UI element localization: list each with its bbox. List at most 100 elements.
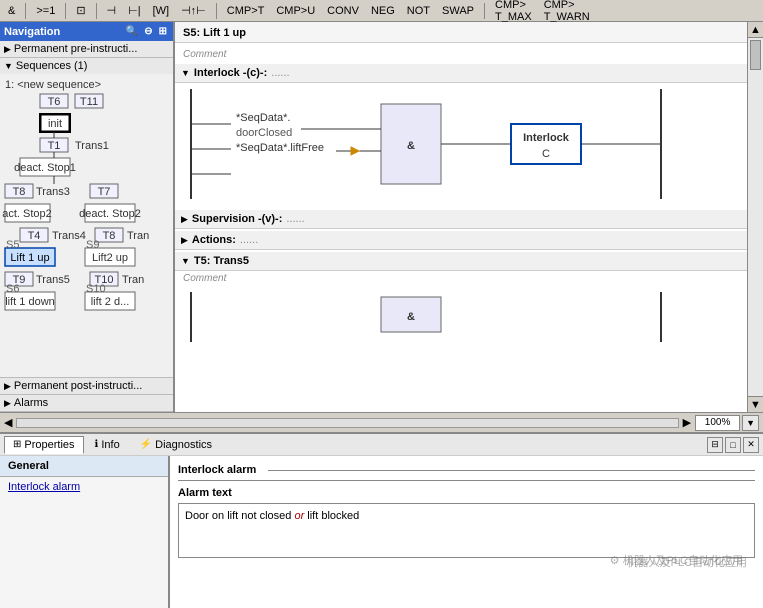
interlock-logic-diagram: & *SeqData*. doorClosed *SeqData*.liftFr…: [181, 89, 701, 199]
alarm-text-box[interactable]: Door on lift not closed or lift blocked: [178, 503, 755, 558]
nav-section-alarms: ▶ Alarms: [0, 395, 173, 412]
interlock-section-title[interactable]: ▼ Interlock -(c)-: ......: [175, 64, 747, 83]
nav-zoom-out-icon[interactable]: ⊖: [142, 26, 154, 37]
toolbar-cmptmax[interactable]: CMP>T_MAX: [491, 0, 536, 25]
general-tab[interactable]: General: [0, 456, 168, 477]
props-close-btn[interactable]: ✕: [743, 437, 759, 453]
step-header: S5: Lift 1 up: [175, 22, 747, 43]
nav-section-alarms-label: Alarms: [14, 397, 48, 409]
toolbar-separator-1: [25, 3, 26, 19]
diagram-scroll[interactable]: Comment ▼ Interlock -(c)-: ......: [175, 43, 747, 412]
scroll-right-btn[interactable]: ▶: [683, 416, 691, 429]
svg-text:act. Stop2: act. Stop2: [2, 208, 52, 220]
svg-text:Interlock: Interlock: [523, 132, 570, 144]
svg-text:Lift 1 up: Lift 1 up: [10, 252, 49, 264]
toolbar-conv[interactable]: CONV: [323, 3, 363, 19]
main-toolbar: & >=1 ⊡ ⊣ ⊢| [W] ⊣↑⊢ CMP>T CMP>U CONV NE…: [0, 0, 763, 22]
props-minimize-btn[interactable]: ⊟: [707, 437, 723, 453]
trans5-comment: Comment: [175, 271, 747, 286]
svg-text:T8: T8: [13, 186, 26, 198]
toolbar-separator-4: [216, 3, 217, 19]
svg-text:T6: T6: [48, 96, 61, 108]
svg-text:deact. Stop1: deact. Stop1: [14, 162, 76, 174]
zoom-control: 100% ▼: [695, 415, 759, 431]
interlock-section: ▼ Interlock -(c)-: ......: [175, 64, 747, 208]
toolbar-swap[interactable]: SWAP: [438, 3, 478, 19]
nav-section-alarms-arrow: ▶: [4, 398, 11, 409]
interlock-alarm-item[interactable]: Interlock alarm: [0, 477, 168, 497]
status-scroll-bar: [16, 418, 678, 428]
actions-arrow-icon: ▶: [181, 235, 188, 246]
toolbar-neg[interactable]: NEG: [367, 3, 399, 19]
trans5-arrow-icon: ▼: [181, 256, 190, 266]
nav-header-icons: 🔍 ⊖ ⊞: [124, 26, 169, 37]
nav-section-postinstr: ▶ Permanent post-instructi...: [0, 378, 173, 395]
actions-dots: ......: [240, 234, 258, 246]
properties-bar: ⊞ Properties ℹ Info ⚡ Diagnostics ⊟ □ ✕: [0, 432, 763, 456]
alarm-title: Interlock alarm: [178, 464, 755, 481]
scrollbar-thumb[interactable]: [750, 40, 761, 70]
toolbar-nc[interactable]: ⊣: [103, 2, 121, 19]
svg-text:init: init: [48, 118, 62, 130]
tab-info[interactable]: ℹ Info: [86, 436, 129, 454]
nav-tree[interactable]: 1: <new sequence> T6 T11 init T1: [0, 74, 173, 377]
toolbar-not[interactable]: NOT: [403, 3, 434, 19]
svg-text:T1: T1: [48, 140, 61, 152]
diagram-content: Comment ▼ Interlock -(c)-: ......: [175, 43, 747, 357]
alarm-text-label: Alarm text: [178, 487, 755, 499]
tab-properties[interactable]: ⊞ Properties: [4, 436, 84, 454]
toolbar-pulse[interactable]: ⊣↑⊢: [177, 2, 210, 19]
supervision-section: ▶ Supervision -(v)-: ......: [175, 210, 747, 229]
trans5-section-title[interactable]: ▼ T5: Trans5: [175, 252, 747, 271]
nav-panel: Navigation 🔍 ⊖ ⊞ ▶ Permanent pre-instruc…: [0, 22, 175, 412]
zoom-dropdown-btn[interactable]: ▼: [742, 415, 759, 431]
svg-text:lift 2 d...: lift 2 d...: [91, 296, 130, 308]
trans5-section: ▼ T5: Trans5 Comment &: [175, 252, 747, 351]
alarm-text-content: Door on lift not closed or lift blocked: [185, 510, 359, 522]
interlock-dots: ......: [271, 67, 289, 79]
nav-section-sequences-header[interactable]: ▼ Sequences (1): [0, 58, 173, 74]
nav-title: Navigation: [4, 26, 60, 38]
trans5-content: &: [175, 286, 747, 351]
scrollbar-down-btn[interactable]: ▼: [748, 396, 763, 412]
right-scrollbar[interactable]: ▲ ▼: [747, 22, 763, 412]
actions-section-title[interactable]: ▶ Actions: ......: [175, 231, 747, 250]
nav-section-postinstr-header[interactable]: ▶ Permanent post-instructi...: [0, 378, 173, 394]
svg-text:Tran: Tran: [122, 274, 144, 286]
toolbar-xor[interactable]: ⊡: [72, 2, 89, 19]
toolbar-and[interactable]: &: [4, 3, 19, 19]
svg-text:S6: S6: [6, 283, 19, 295]
bottom-right-panel: Interlock alarm Alarm text Door on lift …: [170, 456, 763, 608]
toolbar-cmpu[interactable]: CMP>U: [272, 3, 319, 19]
toolbar-gte1[interactable]: >=1: [32, 3, 59, 19]
toolbar-w[interactable]: [W]: [149, 3, 174, 19]
toolbar-cmptwarn[interactable]: CMP>T_WARN: [540, 0, 594, 25]
step-label: S5: Lift 1 up: [183, 27, 246, 39]
scrollbar-up-btn[interactable]: ▲: [748, 22, 763, 38]
toolbar-separator-2: [65, 3, 66, 19]
nav-section-alarms-header[interactable]: ▶ Alarms: [0, 395, 173, 411]
alarm-title-line: [268, 470, 755, 471]
svg-text:doorClosed: doorClosed: [236, 127, 292, 139]
actions-section: ▶ Actions: ......: [175, 231, 747, 250]
svg-text:Trans5: Trans5: [36, 274, 70, 286]
zoom-input[interactable]: 100%: [695, 415, 740, 431]
nav-section-sequences-label: Sequences (1): [16, 60, 88, 72]
nav-section-preinstr-header[interactable]: ▶ Permanent pre-instructi...: [0, 41, 173, 57]
toolbar-no[interactable]: ⊢|: [124, 2, 144, 19]
supervision-dots: ......: [286, 213, 304, 225]
actions-label: Actions:: [192, 234, 236, 246]
alarm-title-text: Interlock alarm: [178, 464, 256, 476]
scroll-left-btn[interactable]: ◀: [4, 416, 12, 429]
step-comment: Comment: [175, 47, 747, 62]
toolbar-cmpt[interactable]: CMP>T: [223, 3, 269, 19]
alarm-or-keyword: or: [294, 510, 304, 522]
diagnostics-icon: ⚡: [140, 439, 152, 450]
tab-diagnostics[interactable]: ⚡ Diagnostics: [131, 436, 221, 454]
nav-settings-icon[interactable]: ⊞: [157, 26, 169, 37]
supervision-section-title[interactable]: ▶ Supervision -(v)-: ......: [175, 210, 747, 229]
svg-text:*SeqData*.liftFree: *SeqData*.liftFree: [236, 142, 324, 154]
nav-zoom-in-icon[interactable]: 🔍: [124, 26, 140, 37]
main-layout: Navigation 🔍 ⊖ ⊞ ▶ Permanent pre-instruc…: [0, 22, 763, 412]
props-maximize-btn[interactable]: □: [725, 437, 741, 453]
